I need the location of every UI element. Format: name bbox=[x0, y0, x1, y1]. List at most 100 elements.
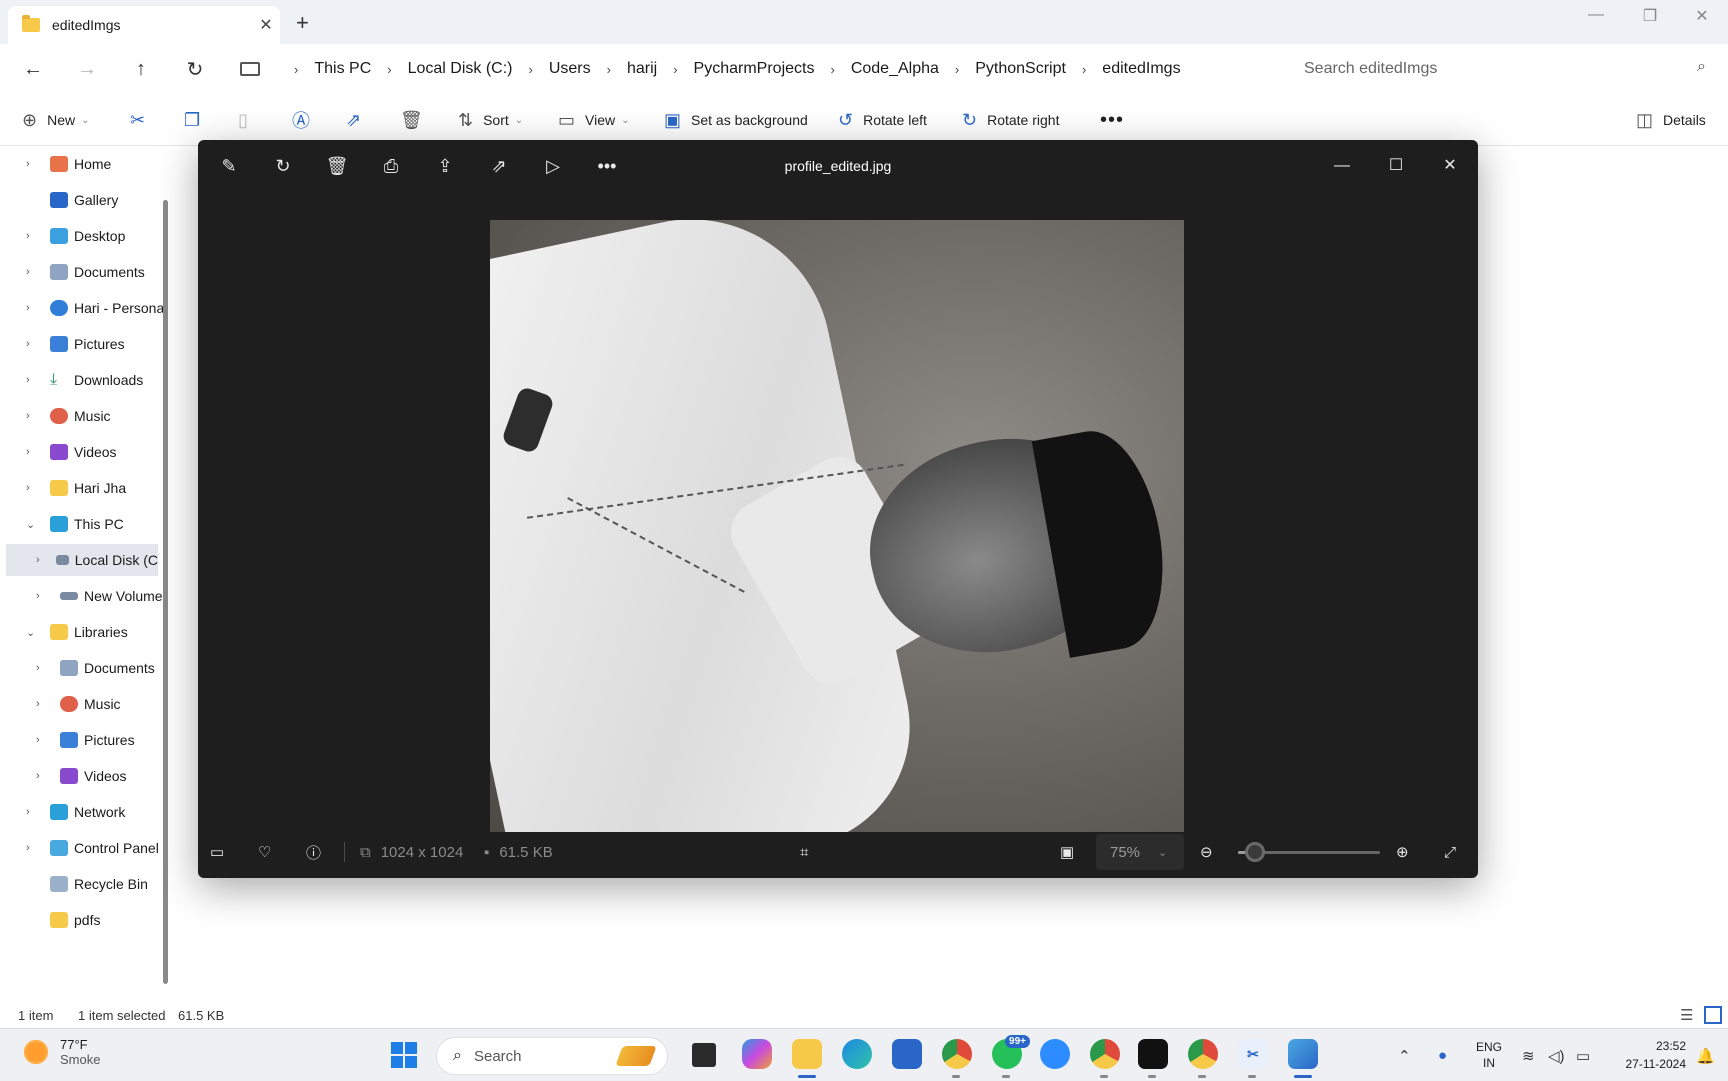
nav-item-lib-videos[interactable]: › Videos bbox=[36, 760, 127, 792]
nav-item-libraries[interactable]: ⌄ Libraries bbox=[26, 616, 128, 648]
viewer-maximize-button[interactable]: ☐ bbox=[1376, 150, 1416, 182]
nav-item-desktop[interactable]: › Desktop bbox=[26, 220, 125, 252]
expand-icon[interactable]: › bbox=[36, 554, 46, 566]
volume-icon[interactable]: ◁) bbox=[1548, 1029, 1565, 1081]
expand-icon[interactable]: › bbox=[26, 446, 40, 458]
fit-to-window-button[interactable]: ▣ bbox=[1060, 826, 1074, 878]
breadcrumb-item[interactable]: Local Disk (C:) bbox=[408, 60, 513, 78]
taskbar-search[interactable]: ⌕ Search bbox=[436, 1037, 668, 1075]
nav-item-pictures[interactable]: › Pictures bbox=[26, 328, 125, 360]
expand-icon[interactable]: › bbox=[26, 230, 40, 242]
zoom-slider[interactable] bbox=[1238, 842, 1380, 862]
more-options-button[interactable]: ••• bbox=[1100, 94, 1124, 146]
language-indicator[interactable]: ENG IN bbox=[1476, 1039, 1502, 1071]
collapse-icon[interactable]: ⌄ bbox=[26, 518, 40, 531]
expand-icon[interactable]: › bbox=[26, 266, 40, 278]
chrome-icon[interactable] bbox=[942, 1039, 972, 1069]
zoom-level-dropdown[interactable]: 75% ⌄ bbox=[1096, 834, 1184, 870]
up-button[interactable]: ↑ bbox=[114, 58, 168, 81]
whatsapp-icon[interactable]: 99+ bbox=[992, 1035, 1030, 1069]
search-input[interactable]: Search editedImgs ⌕ bbox=[1290, 44, 1728, 94]
rotate-right-button[interactable]: ↻ Rotate right bbox=[962, 94, 1059, 146]
back-button[interactable]: ← bbox=[6, 58, 60, 81]
fullscreen-button[interactable]: ⤢ bbox=[1444, 826, 1456, 878]
minimize-button[interactable]: — bbox=[1576, 6, 1616, 24]
rename-button[interactable]: Ⓐ bbox=[292, 94, 320, 146]
delete-button[interactable]: 🗑 bbox=[400, 94, 433, 146]
visual-search-button[interactable]: ⌗ bbox=[800, 826, 808, 878]
close-button[interactable]: ✕ bbox=[1682, 6, 1722, 26]
collapse-icon[interactable]: ⌄ bbox=[26, 626, 40, 639]
store-icon[interactable] bbox=[892, 1039, 922, 1069]
zoom-in-button[interactable]: ⊕ bbox=[1396, 826, 1409, 878]
nav-item-lib-music[interactable]: › Music bbox=[36, 688, 121, 720]
nav-item-gallery[interactable]: Gallery bbox=[26, 184, 118, 216]
zoom-slider-thumb[interactable] bbox=[1245, 842, 1266, 862]
notifications-icon[interactable]: 🔔 bbox=[1696, 1029, 1715, 1081]
nav-item-onedrive[interactable]: › Hari - Persona bbox=[26, 292, 164, 324]
expand-icon[interactable]: › bbox=[26, 302, 40, 314]
breadcrumb-item[interactable]: PythonScript bbox=[975, 60, 1066, 78]
filmstrip-button[interactable]: ▭ bbox=[210, 826, 224, 878]
expand-icon[interactable]: › bbox=[26, 158, 40, 170]
details-button[interactable]: ◫ Details bbox=[1636, 94, 1706, 146]
nav-item-pdfs[interactable]: pdfs bbox=[26, 904, 100, 936]
copy-button[interactable]: ❐ bbox=[184, 94, 210, 146]
nav-item-lib-documents[interactable]: › Documents bbox=[36, 652, 155, 684]
explorer-tab[interactable]: editedImgs ✕ bbox=[8, 6, 280, 44]
set-background-button[interactable]: ▣ Set as background bbox=[664, 94, 808, 146]
open-with-button[interactable]: ⇗ bbox=[482, 150, 516, 182]
breadcrumb-item[interactable]: Users bbox=[549, 60, 591, 78]
show-hidden-icons-button[interactable]: ⌃ bbox=[1398, 1029, 1411, 1081]
new-button[interactable]: ⊕ New ⌄ bbox=[22, 94, 90, 146]
chrome-alt-icon[interactable] bbox=[1188, 1039, 1218, 1069]
viewer-close-button[interactable]: ✕ bbox=[1430, 150, 1470, 182]
viewer-more-button[interactable]: ••• bbox=[590, 150, 624, 182]
expand-icon[interactable]: › bbox=[36, 734, 50, 746]
edit-image-button[interactable]: ✎ bbox=[212, 150, 246, 182]
nav-item-home[interactable]: › Home bbox=[26, 148, 111, 180]
nav-item-hari-jha[interactable]: › Hari Jha bbox=[26, 472, 126, 504]
expand-icon[interactable]: › bbox=[26, 410, 40, 422]
expand-icon[interactable]: › bbox=[36, 590, 50, 602]
copilot-icon[interactable] bbox=[742, 1039, 772, 1069]
nav-item-this-pc[interactable]: ⌄ This PC bbox=[26, 508, 124, 540]
zoom-out-button[interactable]: ⊖ bbox=[1200, 826, 1213, 878]
breadcrumb-item[interactable]: harij bbox=[627, 60, 657, 78]
pycharm-icon[interactable] bbox=[1138, 1039, 1168, 1069]
nav-item-local-disk[interactable]: › Local Disk (C bbox=[6, 544, 158, 576]
expand-icon[interactable]: › bbox=[26, 374, 40, 386]
expand-icon[interactable]: › bbox=[36, 662, 50, 674]
rotate-button[interactable]: ↻ bbox=[266, 150, 300, 182]
favorite-button[interactable]: ♡ bbox=[258, 826, 271, 878]
nav-item-documents[interactable]: › Documents bbox=[26, 256, 145, 288]
restore-button[interactable]: ❐ bbox=[1630, 6, 1670, 26]
clock[interactable]: 23:52 27-11-2024 bbox=[1610, 1037, 1687, 1073]
nav-item-downloads[interactable]: › ⤓ Downloads bbox=[26, 364, 143, 396]
delete-image-button[interactable]: 🗑 bbox=[320, 150, 354, 182]
breadcrumb-item[interactable]: This PC bbox=[314, 60, 371, 78]
battery-icon[interactable]: ▭ bbox=[1576, 1029, 1590, 1081]
nav-scrollbar[interactable] bbox=[163, 200, 168, 984]
new-tab-button[interactable]: + bbox=[296, 10, 309, 36]
edge-icon[interactable] bbox=[842, 1039, 872, 1069]
view-button[interactable]: ▭ View ⌄ bbox=[558, 94, 630, 146]
nav-item-videos[interactable]: › Videos bbox=[26, 436, 117, 468]
expand-icon[interactable]: › bbox=[26, 482, 40, 494]
breadcrumb-item[interactable]: editedImgs bbox=[1102, 60, 1180, 78]
nav-item-lib-pictures[interactable]: › Pictures bbox=[36, 724, 135, 756]
nav-item-recycle-bin[interactable]: Recycle Bin bbox=[26, 868, 148, 900]
viewer-minimize-button[interactable]: — bbox=[1322, 150, 1362, 182]
expand-icon[interactable]: › bbox=[26, 806, 40, 818]
cut-button[interactable]: ✂ bbox=[130, 94, 155, 146]
file-explorer-icon[interactable] bbox=[792, 1039, 822, 1069]
expand-icon[interactable]: › bbox=[26, 338, 40, 350]
forward-button[interactable]: → bbox=[60, 58, 114, 81]
print-button[interactable]: ⎙ bbox=[374, 150, 408, 182]
nav-item-control-panel[interactable]: › Control Panel bbox=[26, 832, 159, 864]
sort-button[interactable]: ⇅ Sort ⌄ bbox=[458, 94, 523, 146]
task-view-icon[interactable] bbox=[692, 1043, 716, 1067]
expand-icon[interactable]: › bbox=[26, 842, 40, 854]
info-button[interactable]: ⓘ bbox=[306, 826, 321, 878]
zoom-app-icon[interactable] bbox=[1040, 1039, 1070, 1069]
